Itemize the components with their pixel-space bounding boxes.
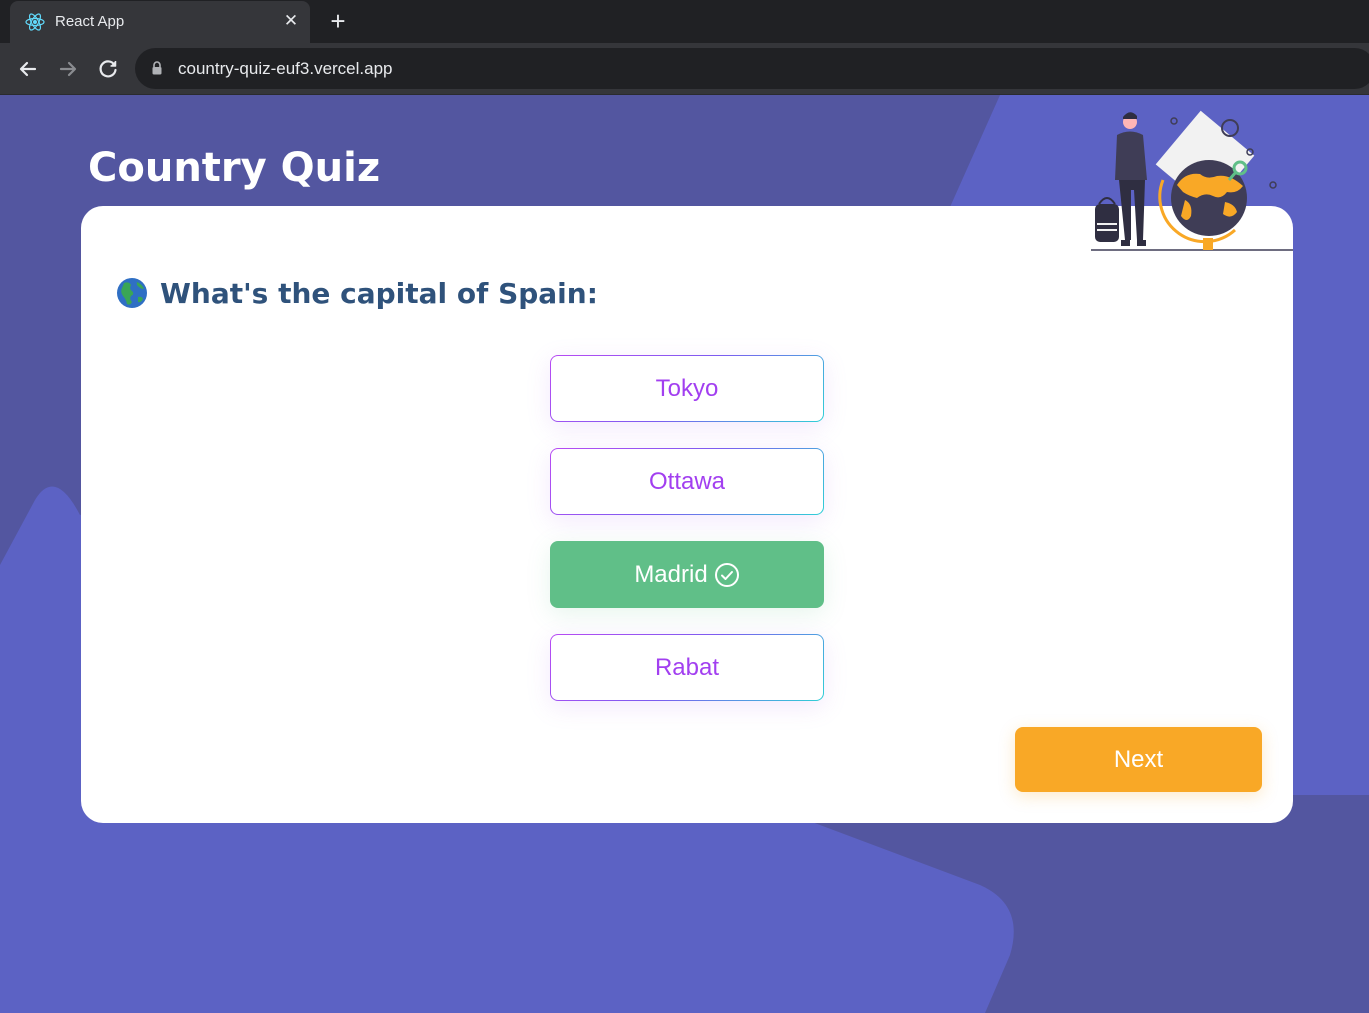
answer-label: Madrid <box>634 560 708 588</box>
answer-option-madrid[interactable]: Madrid <box>550 541 824 608</box>
arrow-right-icon[interactable] <box>54 55 82 83</box>
browser-toolbar: country-quiz-euf3.vercel.app <box>0 43 1369 95</box>
answer-option-ottawa[interactable]: Ottawa <box>550 448 824 515</box>
answer-option-tokyo[interactable]: Tokyo <box>550 355 824 422</box>
browser-tab-bar: React App ✕ + <box>0 0 1369 43</box>
answer-option-rabat[interactable]: Rabat <box>550 634 824 701</box>
next-label: Next <box>1113 745 1164 773</box>
reload-icon[interactable] <box>94 55 122 83</box>
check-circle-icon <box>714 562 739 587</box>
answer-label: Rabat <box>654 653 720 681</box>
tab-title: React App <box>55 13 125 30</box>
question: What's the capital of Spain: <box>116 273 598 313</box>
quiz-card: What's the capital of Spain: Tokyo Ottaw… <box>81 206 1293 823</box>
next-button[interactable]: Next <box>1015 727 1262 792</box>
globe-americas-icon <box>117 278 147 308</box>
browser-tab[interactable]: React App ✕ <box>10 1 310 43</box>
address-bar[interactable]: country-quiz-euf3.vercel.app <box>135 48 1369 89</box>
lock-icon <box>152 61 162 75</box>
question-text: What's the capital of Spain: <box>160 276 598 310</box>
close-icon[interactable]: ✕ <box>280 9 302 33</box>
answer-label: Ottawa <box>648 467 726 495</box>
plus-icon[interactable]: + <box>324 7 352 35</box>
traveler-with-globe-illustration <box>1091 110 1293 251</box>
react-logo-icon <box>25 13 45 31</box>
answer-label: Tokyo <box>655 374 719 402</box>
page-title: Country Quiz <box>88 145 381 191</box>
page: Country Quiz What's the capital of Spain… <box>0 95 1369 1013</box>
url-text: country-quiz-euf3.vercel.app <box>178 59 393 78</box>
arrow-left-icon[interactable] <box>14 55 42 83</box>
